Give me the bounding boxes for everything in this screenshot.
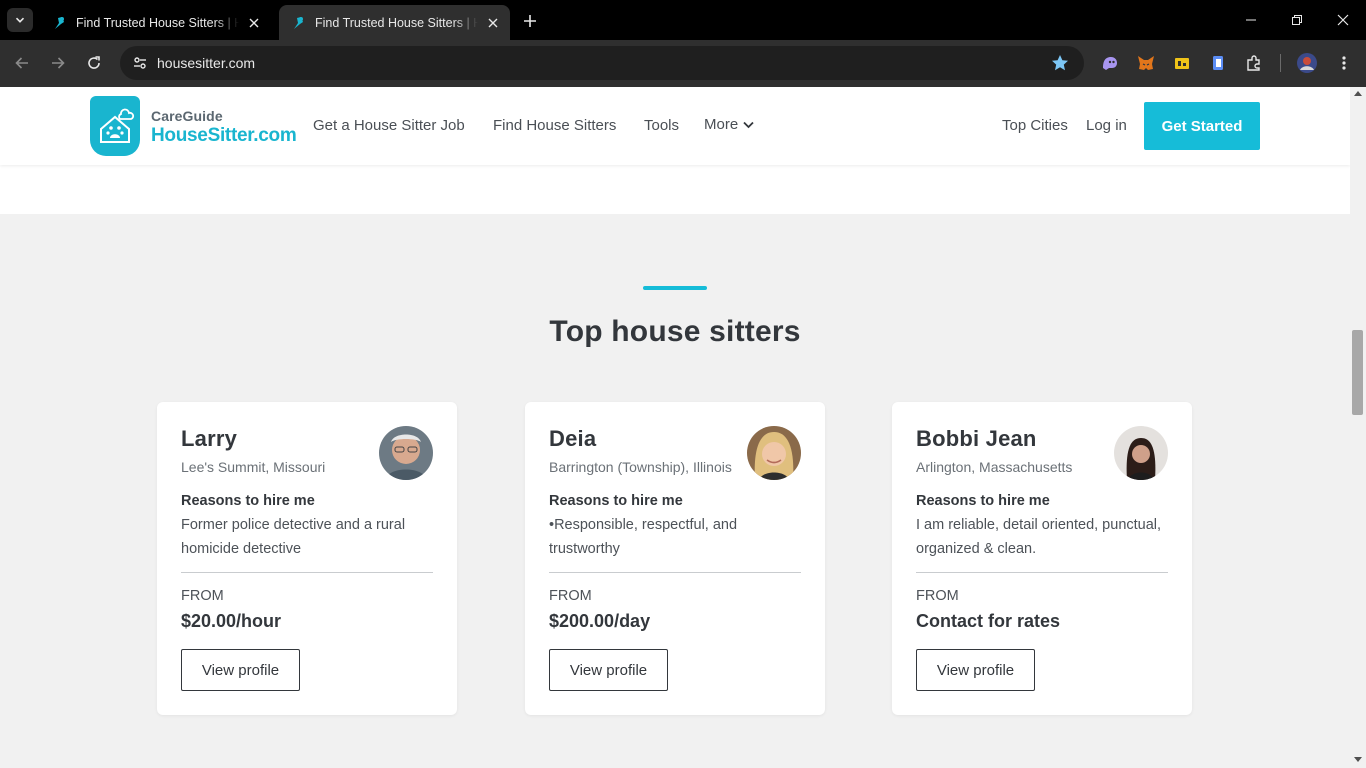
browser-toolbar: housesitter.com bbox=[0, 40, 1366, 87]
sitter-avatar[interactable] bbox=[1114, 426, 1168, 480]
sitter-card: Deia Barrington (Township), Illinois Rea… bbox=[525, 402, 825, 715]
address-bar[interactable]: housesitter.com bbox=[120, 46, 1084, 80]
sitter-rate: $20.00/hour bbox=[181, 611, 282, 631]
reasons-text: I am reliable, detail oriented, punctual… bbox=[916, 517, 1162, 557]
nav-more-label: More bbox=[704, 116, 739, 133]
page-viewport: CareGuide HouseSitter.com Get a House Si… bbox=[0, 87, 1350, 768]
close-icon bbox=[1337, 14, 1349, 26]
sitter-rate: $200.00/day bbox=[549, 611, 651, 631]
logo-careguide-text: CareGuide bbox=[151, 107, 223, 124]
reasons-heading: Reasons to hire me bbox=[916, 493, 1050, 509]
sitter-card: Larry Lee's Summit, Missouri Reasons to … bbox=[157, 402, 457, 715]
site-logo[interactable]: CareGuide HouseSitter.com bbox=[90, 96, 297, 156]
card-divider bbox=[181, 572, 433, 573]
extension-ghost-icon[interactable] bbox=[1099, 52, 1121, 74]
rate-from-label: FROM bbox=[181, 588, 224, 604]
scroll-down-arrow-icon[interactable] bbox=[1354, 757, 1362, 762]
sitter-name[interactable]: Larry bbox=[181, 426, 237, 452]
logo-housesitter-text: HouseSitter.com bbox=[151, 124, 297, 146]
scroll-thumb[interactable] bbox=[1352, 330, 1363, 415]
nav-more-dropdown[interactable]: More bbox=[704, 116, 754, 133]
header-spacer bbox=[0, 165, 1350, 214]
browser-tab-strip: Find Trusted House Sitters | House Find … bbox=[0, 0, 1366, 40]
favicon-icon bbox=[55, 16, 64, 29]
restore-button[interactable] bbox=[1274, 0, 1320, 40]
house-logo-icon bbox=[90, 96, 140, 156]
new-tab-button[interactable] bbox=[519, 10, 541, 32]
sitter-card: Bobbi Jean Arlington, Massachusetts Reas… bbox=[892, 402, 1192, 715]
reasons-heading: Reasons to hire me bbox=[181, 493, 315, 509]
site-header: CareGuide HouseSitter.com Get a House Si… bbox=[0, 87, 1350, 165]
close-tab-icon[interactable] bbox=[245, 14, 263, 32]
browser-tab[interactable]: Find Trusted House Sitters | House bbox=[40, 5, 271, 40]
view-profile-button[interactable]: View profile bbox=[181, 649, 300, 691]
close-tab-icon[interactable] bbox=[484, 14, 502, 32]
nav-top-cities[interactable]: Top Cities bbox=[1002, 117, 1068, 134]
profile-avatar[interactable] bbox=[1296, 52, 1318, 74]
minimize-button[interactable] bbox=[1228, 0, 1274, 40]
close-window-button[interactable] bbox=[1320, 0, 1366, 40]
sitter-name[interactable]: Bobbi Jean bbox=[916, 426, 1037, 452]
back-button[interactable] bbox=[10, 51, 34, 75]
reload-icon bbox=[88, 56, 100, 69]
card-divider bbox=[549, 572, 801, 573]
bookmark-star-icon[interactable] bbox=[1050, 53, 1070, 73]
nav-login[interactable]: Log in bbox=[1086, 117, 1127, 134]
extension-folder-icon[interactable] bbox=[1171, 52, 1193, 74]
reload-button[interactable] bbox=[82, 51, 106, 75]
browser-tab-active[interactable]: Find Trusted House Sitters | House bbox=[279, 5, 510, 40]
minimize-icon bbox=[1246, 19, 1256, 21]
forward-button[interactable] bbox=[46, 51, 70, 75]
arrow-right-icon bbox=[52, 57, 65, 69]
tab-title: Find Trusted House Sitters | House bbox=[76, 15, 239, 30]
card-divider bbox=[916, 572, 1168, 573]
extensions-puzzle-icon[interactable] bbox=[1243, 52, 1265, 74]
toolbar-divider bbox=[1280, 54, 1281, 72]
reasons-heading: Reasons to hire me bbox=[549, 493, 683, 509]
page-scrollbar[interactable] bbox=[1350, 87, 1366, 768]
tab-search-button[interactable] bbox=[7, 8, 33, 32]
sitter-name[interactable]: Deia bbox=[549, 426, 596, 452]
sitter-avatar[interactable] bbox=[747, 426, 801, 480]
sitter-location: Lee's Summit, Missouri bbox=[181, 459, 326, 475]
section-accent-line bbox=[643, 286, 707, 290]
sitter-avatar[interactable] bbox=[379, 426, 433, 480]
tab-title: Find Trusted House Sitters | House bbox=[315, 15, 478, 30]
view-profile-button[interactable]: View profile bbox=[549, 649, 668, 691]
arrow-left-icon bbox=[15, 57, 28, 69]
reasons-text: •Responsible, respectful, and trustworth… bbox=[549, 517, 738, 557]
chevron-down-icon bbox=[743, 121, 754, 128]
tune-icon bbox=[134, 57, 146, 69]
extension-docs-icon[interactable] bbox=[1207, 52, 1229, 74]
rate-from-label: FROM bbox=[549, 588, 592, 604]
view-profile-button[interactable]: View profile bbox=[916, 649, 1035, 691]
nav-tools[interactable]: Tools bbox=[644, 117, 679, 134]
section-title: Top house sitters bbox=[549, 315, 801, 348]
get-started-button[interactable]: Get Started bbox=[1144, 102, 1260, 150]
site-info-button[interactable] bbox=[128, 51, 152, 75]
chevron-down-icon bbox=[15, 17, 25, 23]
nav-find-sitters[interactable]: Find House Sitters bbox=[493, 117, 616, 134]
sitter-location: Barrington (Township), Illinois bbox=[549, 459, 732, 475]
reasons-text: Former police detective and a rural homi… bbox=[181, 517, 406, 557]
sitter-rate: Contact for rates bbox=[916, 611, 1061, 631]
url-text[interactable]: housesitter.com bbox=[157, 55, 255, 71]
rate-from-label: FROM bbox=[916, 588, 959, 604]
restore-icon bbox=[1292, 15, 1302, 25]
metamask-fox-icon[interactable] bbox=[1135, 52, 1157, 74]
scroll-up-arrow-icon[interactable] bbox=[1354, 91, 1362, 96]
nav-get-job[interactable]: Get a House Sitter Job bbox=[313, 117, 465, 134]
plus-icon bbox=[524, 15, 536, 27]
sitter-location: Arlington, Massachusetts bbox=[916, 459, 1073, 475]
favicon-icon bbox=[294, 16, 303, 29]
browser-menu-icon[interactable] bbox=[1333, 52, 1355, 74]
